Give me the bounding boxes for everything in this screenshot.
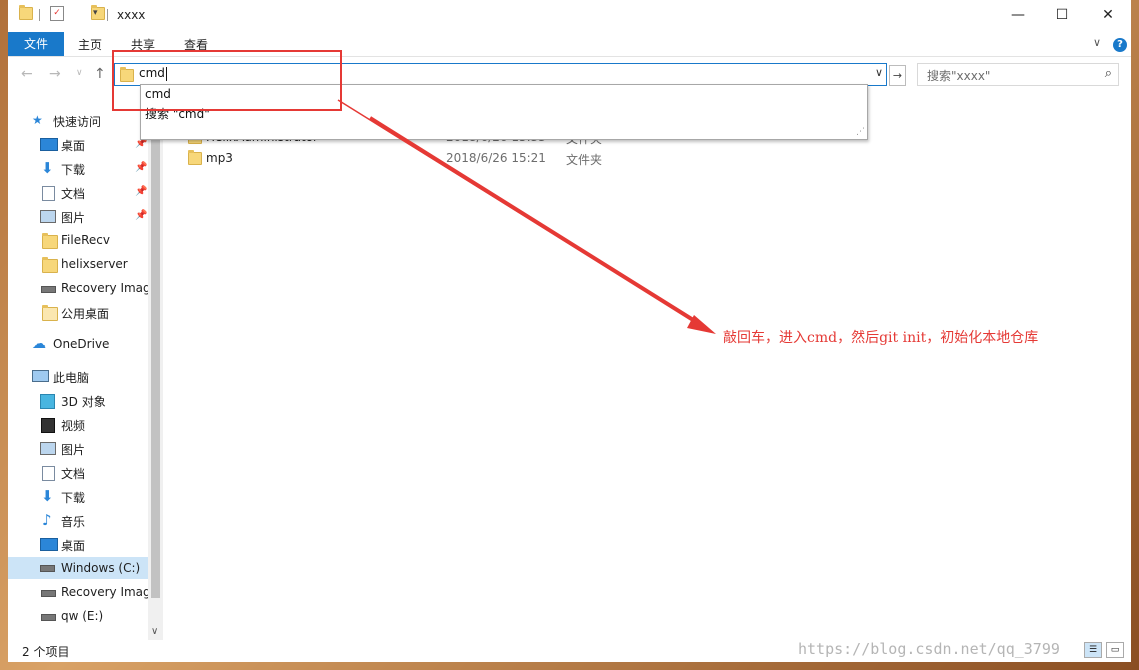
annotation-text: 敲回车，进入cmd，然后git init，初始化本地仓库 [723,330,1039,346]
watermark: https://blog.csdn.net/qq_3799 [798,640,1060,658]
